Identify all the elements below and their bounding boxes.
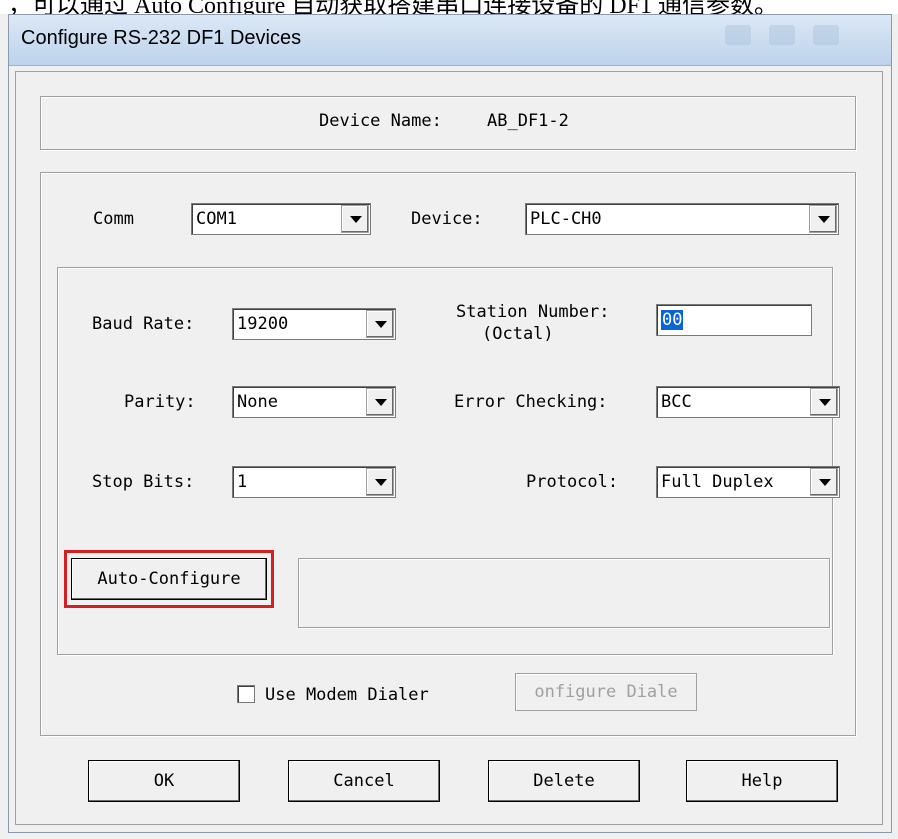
comm-select[interactable]: COM1 [191, 203, 371, 235]
use-modem-label: Use Modem Dialer [265, 685, 429, 705]
ok-button[interactable]: OK [88, 760, 240, 802]
help-label: Help [741, 771, 783, 791]
delete-button[interactable]: Delete [488, 760, 640, 802]
dropdown-arrow-icon[interactable] [809, 205, 837, 233]
close-button[interactable] [813, 25, 839, 45]
protocol-value: Full Duplex [661, 472, 774, 492]
device-label: Device: [411, 209, 483, 229]
dropdown-arrow-icon[interactable] [810, 388, 838, 416]
comm-label: Comm [93, 209, 134, 229]
dropdown-arrow-icon[interactable] [366, 468, 394, 496]
maximize-button[interactable] [769, 25, 795, 45]
help-button[interactable]: Help [686, 760, 838, 802]
station-number-value: 00 [661, 310, 684, 330]
device-select[interactable]: PLC-CH0 [525, 203, 839, 235]
device-name-group: Device Name: AB_DF1-2 [40, 96, 856, 150]
protocol-label: Protocol: [526, 472, 619, 492]
top-caption: ，可以通过 Auto Configure 自动获取搭建串口连接设备的 DF1 通… [0, 0, 898, 14]
device-value: PLC-CH0 [530, 209, 602, 229]
configure-dialer-button[interactable]: onfigure Diale [515, 673, 697, 711]
parity-value: None [237, 392, 278, 412]
device-name-value: AB_DF1-2 [487, 111, 569, 131]
dropdown-arrow-icon[interactable] [366, 388, 394, 416]
title-bar: Configure RS-232 DF1 Devices [9, 15, 891, 66]
parity-select[interactable]: None [232, 386, 396, 418]
error-checking-value: BCC [661, 392, 692, 412]
station-number-label: Station Number: [456, 302, 610, 322]
auto-configure-highlight: Auto-Configure [64, 550, 274, 608]
minimize-button[interactable] [725, 25, 751, 45]
window-title: Configure RS-232 DF1 Devices [21, 27, 302, 49]
stop-bits-label: Stop Bits: [92, 472, 195, 492]
device-name-label: Device Name: [319, 111, 442, 131]
delete-label: Delete [533, 771, 595, 791]
baud-rate-label: Baud Rate: [92, 314, 195, 334]
cancel-label: Cancel [333, 771, 395, 791]
dialog-window: Configure RS-232 DF1 Devices Device Name… [8, 14, 892, 833]
parameters-group: Baud Rate: 19200 Station Number: (Octal)… [57, 267, 840, 655]
cancel-button[interactable]: Cancel [288, 760, 440, 802]
baud-rate-value: 19200 [237, 314, 289, 334]
configure-dialer-label: onfigure Diale [534, 682, 678, 702]
settings-group: Comm COM1 Device: PLC-CH0 Baud Rate: 192… [40, 172, 856, 736]
station-number-sublabel: (Octal) [482, 324, 554, 344]
auto-configure-label: Auto-Configure [97, 569, 241, 589]
protocol-select[interactable]: Full Duplex [656, 466, 840, 498]
auto-configure-button[interactable]: Auto-Configure [71, 558, 267, 600]
ok-label: OK [153, 771, 175, 791]
comm-value: COM1 [196, 209, 237, 229]
stop-bits-select[interactable]: 1 [232, 466, 396, 498]
error-checking-label: Error Checking: [454, 392, 608, 412]
station-number-input[interactable]: 00 [656, 304, 812, 336]
dropdown-arrow-icon[interactable] [366, 310, 394, 338]
auto-configure-status [298, 558, 830, 628]
parity-label: Parity: [124, 392, 196, 412]
dialog-client: Device Name: AB_DF1-2 Comm COM1 Device: … [15, 71, 883, 825]
use-modem-checkbox[interactable] [237, 685, 255, 703]
error-checking-select[interactable]: BCC [656, 386, 840, 418]
dropdown-arrow-icon[interactable] [341, 205, 369, 233]
baud-rate-select[interactable]: 19200 [232, 308, 396, 340]
stop-bits-value: 1 [237, 472, 248, 492]
dropdown-arrow-icon[interactable] [810, 468, 838, 496]
